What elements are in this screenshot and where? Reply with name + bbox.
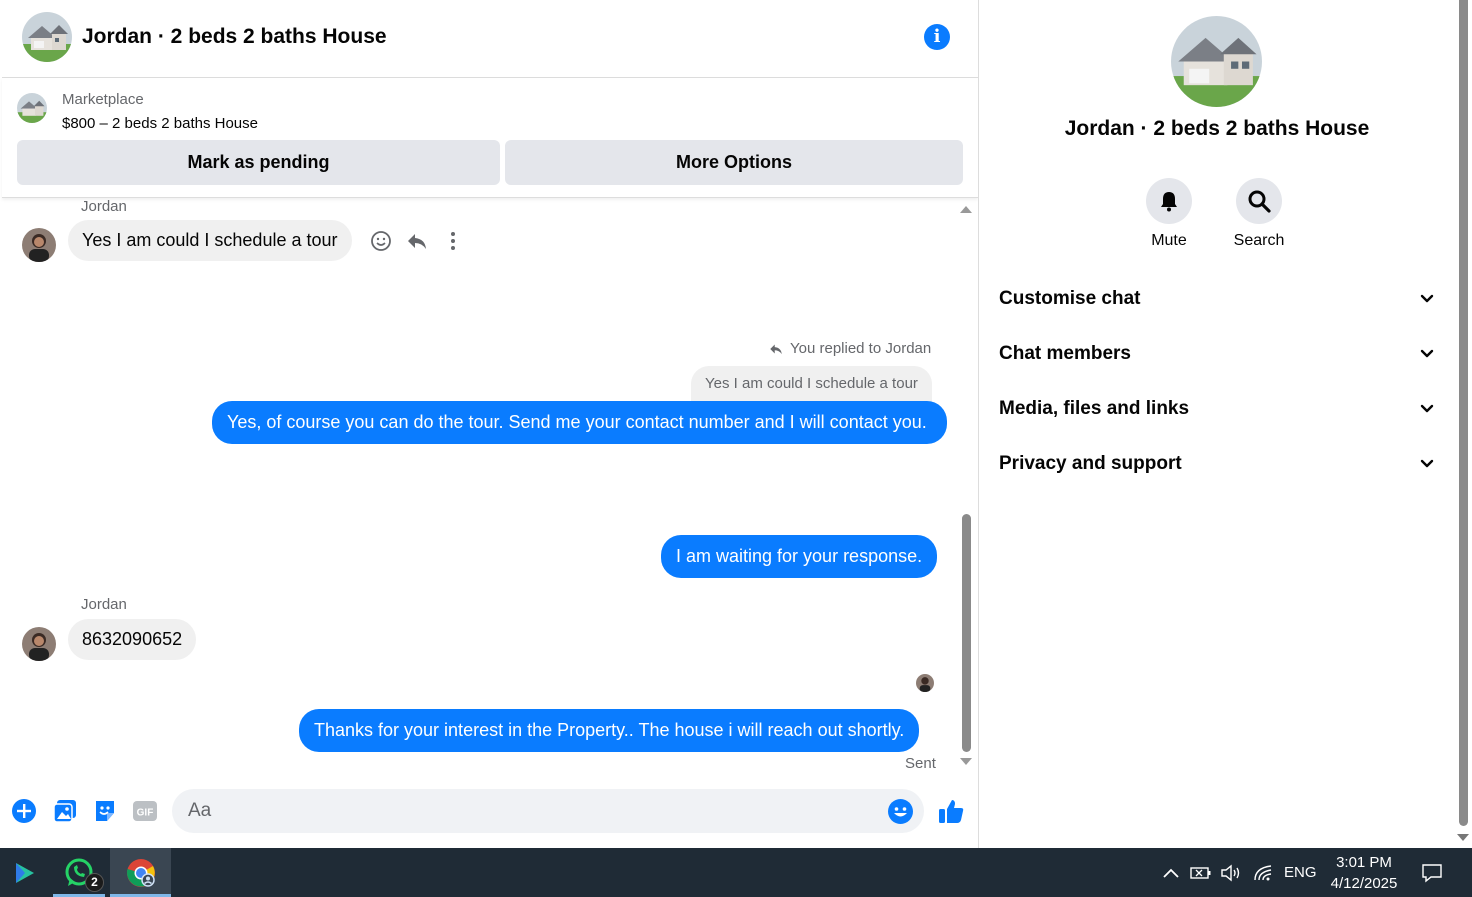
section-label: Customise chat xyxy=(999,288,1141,309)
notifications-icon[interactable] xyxy=(1420,862,1444,884)
marketplace-listing-card: Marketplace $800 – 2 beds 2 baths House … xyxy=(2,78,978,198)
page-scroll-down-arrow-icon[interactable] xyxy=(1457,834,1469,841)
taskbar-chrome-icon[interactable] xyxy=(110,848,171,897)
mute-button[interactable]: Mute xyxy=(1124,178,1214,250)
page-scrollbar[interactable] xyxy=(1456,0,1472,848)
mark-as-pending-button[interactable]: Mark as pending xyxy=(17,140,500,185)
sender-avatar[interactable] xyxy=(22,627,56,661)
windows-taskbar: 2 ENG 3:01 PM 4/12/2025 xyxy=(0,848,1472,897)
chat-header: Jordan · 2 beds 2 baths House i xyxy=(2,0,978,78)
whatsapp-unread-badge: 2 xyxy=(85,873,104,892)
more-vertical-icon[interactable] xyxy=(441,229,465,253)
seen-by-avatar xyxy=(916,674,934,692)
photo-icon[interactable] xyxy=(52,798,78,824)
show-hidden-icons-chevron-up-icon[interactable] xyxy=(1160,862,1182,884)
chat-members-section[interactable]: Chat members xyxy=(999,334,1435,374)
plus-icon[interactable] xyxy=(11,798,37,824)
conversation-avatar[interactable] xyxy=(22,12,72,62)
incoming-message[interactable]: Yes I am could I schedule a tour xyxy=(68,220,352,261)
input-language-indicator[interactable]: ENG xyxy=(1284,864,1317,881)
message-input-container xyxy=(172,789,924,833)
privacy-support-section[interactable]: Privacy and support xyxy=(999,444,1435,484)
system-clock[interactable]: 3:01 PM 4/12/2025 xyxy=(1318,852,1410,894)
react-icon[interactable] xyxy=(369,229,393,253)
reply-context-label: You replied to Jordan xyxy=(768,340,931,357)
info-panel-name: Jordan · 2 beds 2 baths House xyxy=(1064,117,1370,140)
incoming-message[interactable]: 8632090652 xyxy=(68,619,197,660)
wifi-icon[interactable] xyxy=(1252,862,1274,884)
media-files-links-section[interactable]: Media, files and links xyxy=(999,389,1435,429)
message-list: Jordan Yes I am could I schedule a tour xyxy=(2,198,978,776)
like-thumbs-up-icon[interactable] xyxy=(936,796,966,826)
clock-date: 4/12/2025 xyxy=(1330,875,1398,892)
sender-name: Jordan xyxy=(81,198,127,215)
scroll-up-arrow-icon[interactable] xyxy=(960,206,972,213)
messenger-window: Jordan · 2 beds 2 baths House i Marketpl… xyxy=(0,0,1472,848)
page-scroll-thumb[interactable] xyxy=(1459,0,1468,826)
sender-avatar[interactable] xyxy=(22,228,56,262)
chevron-down-icon xyxy=(1420,404,1434,413)
listing-thumbnail[interactable] xyxy=(17,93,47,123)
chevron-down-icon xyxy=(1420,349,1434,358)
customise-chat-section[interactable]: Customise chat xyxy=(999,279,1435,319)
svg-text:GIF: GIF xyxy=(137,808,154,819)
outgoing-message[interactable]: Thanks for your interest in the Property… xyxy=(299,709,920,752)
message-input[interactable] xyxy=(188,789,878,833)
message-actions xyxy=(369,229,465,253)
taskbar-whatsapp-icon[interactable]: 2 xyxy=(53,848,105,897)
search-button[interactable]: Search xyxy=(1214,178,1304,250)
battery-icon[interactable] xyxy=(1190,862,1212,884)
outgoing-message[interactable]: Yes, of course you can do the tour. Send… xyxy=(212,401,947,444)
sticker-icon[interactable] xyxy=(92,798,118,824)
section-label: Privacy and support xyxy=(999,453,1182,474)
mute-label: Mute xyxy=(1151,232,1187,249)
info-panel-avatar[interactable] xyxy=(1171,16,1262,107)
volume-icon[interactable] xyxy=(1220,862,1242,884)
clock-time: 3:01 PM xyxy=(1336,854,1392,871)
more-options-button[interactable]: More Options xyxy=(505,140,963,185)
info-icon[interactable]: i xyxy=(924,24,950,50)
chevron-down-icon xyxy=(1420,459,1434,468)
chevron-down-icon xyxy=(1420,294,1434,303)
sender-name: Jordan xyxy=(81,596,127,613)
search-label: Search xyxy=(1233,232,1285,249)
listing-price-title[interactable]: $800 – 2 beds 2 baths House xyxy=(62,115,258,132)
scroll-down-arrow-icon[interactable] xyxy=(960,758,972,765)
search-icon[interactable] xyxy=(1236,178,1282,224)
message-status: Sent xyxy=(905,755,936,772)
conversation-info-panel: Jordan · 2 beds 2 baths House Mute Searc… xyxy=(978,0,1456,848)
section-label: Media, files and links xyxy=(999,398,1190,419)
taskbar-app-launcher-icon[interactable] xyxy=(0,848,50,897)
scroll-thumb[interactable] xyxy=(962,514,971,752)
message-scrollbar[interactable] xyxy=(958,202,974,772)
outgoing-message[interactable]: I am waiting for your response. xyxy=(661,535,938,578)
replied-to-text: You replied to Jordan xyxy=(790,340,932,357)
bell-icon[interactable] xyxy=(1146,178,1192,224)
emoji-icon[interactable] xyxy=(887,798,914,825)
chat-pane: Jordan · 2 beds 2 baths House i Marketpl… xyxy=(2,0,978,848)
message-composer: GIF xyxy=(2,780,978,848)
gif-icon[interactable]: GIF xyxy=(132,798,158,824)
reply-small-icon xyxy=(770,344,782,354)
reply-icon[interactable] xyxy=(405,229,429,253)
conversation-title[interactable]: Jordan · 2 beds 2 baths House xyxy=(82,25,387,49)
listing-source: Marketplace xyxy=(62,91,144,108)
section-label: Chat members xyxy=(999,343,1131,364)
